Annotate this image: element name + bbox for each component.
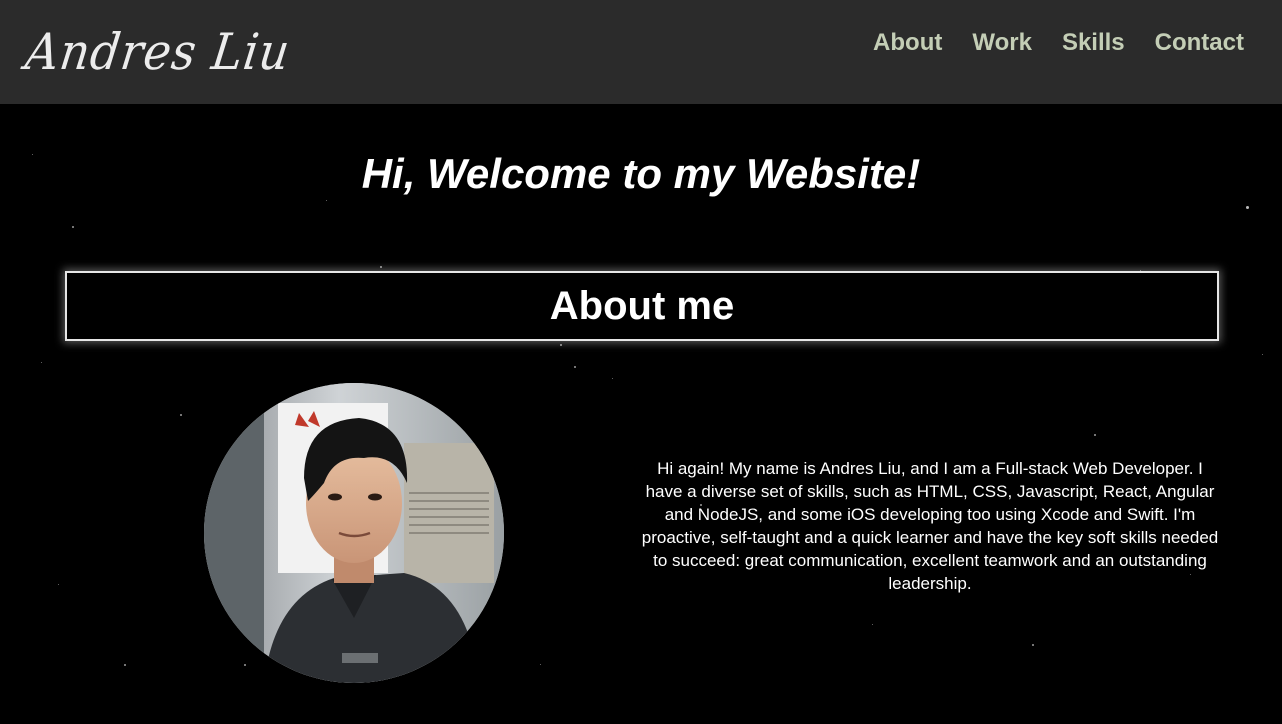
about-section-header: About me [65,271,1219,341]
main-nav: About Work Skills Contact [873,29,1244,57]
nav-link-about[interactable]: About [873,29,942,57]
nav-link-skills[interactable]: Skills [1062,29,1125,57]
nav-link-work[interactable]: Work [972,29,1032,57]
about-bio-text: Hi again! My name is Andres Liu, and I a… [641,459,1219,593]
nav-link-contact[interactable]: Contact [1155,29,1244,57]
page: Andres Liu About Work Skills Contact Hi,… [0,0,1282,724]
profile-photo-image [204,383,504,683]
about-section-title: About me [549,283,735,328]
brand-logo[interactable]: Andres Liu [22,23,293,81]
welcome-heading: Hi, Welcome to my Website! [361,150,921,197]
top-navbar: Andres Liu About Work Skills Contact [0,0,1282,104]
profile-photo [204,383,504,683]
